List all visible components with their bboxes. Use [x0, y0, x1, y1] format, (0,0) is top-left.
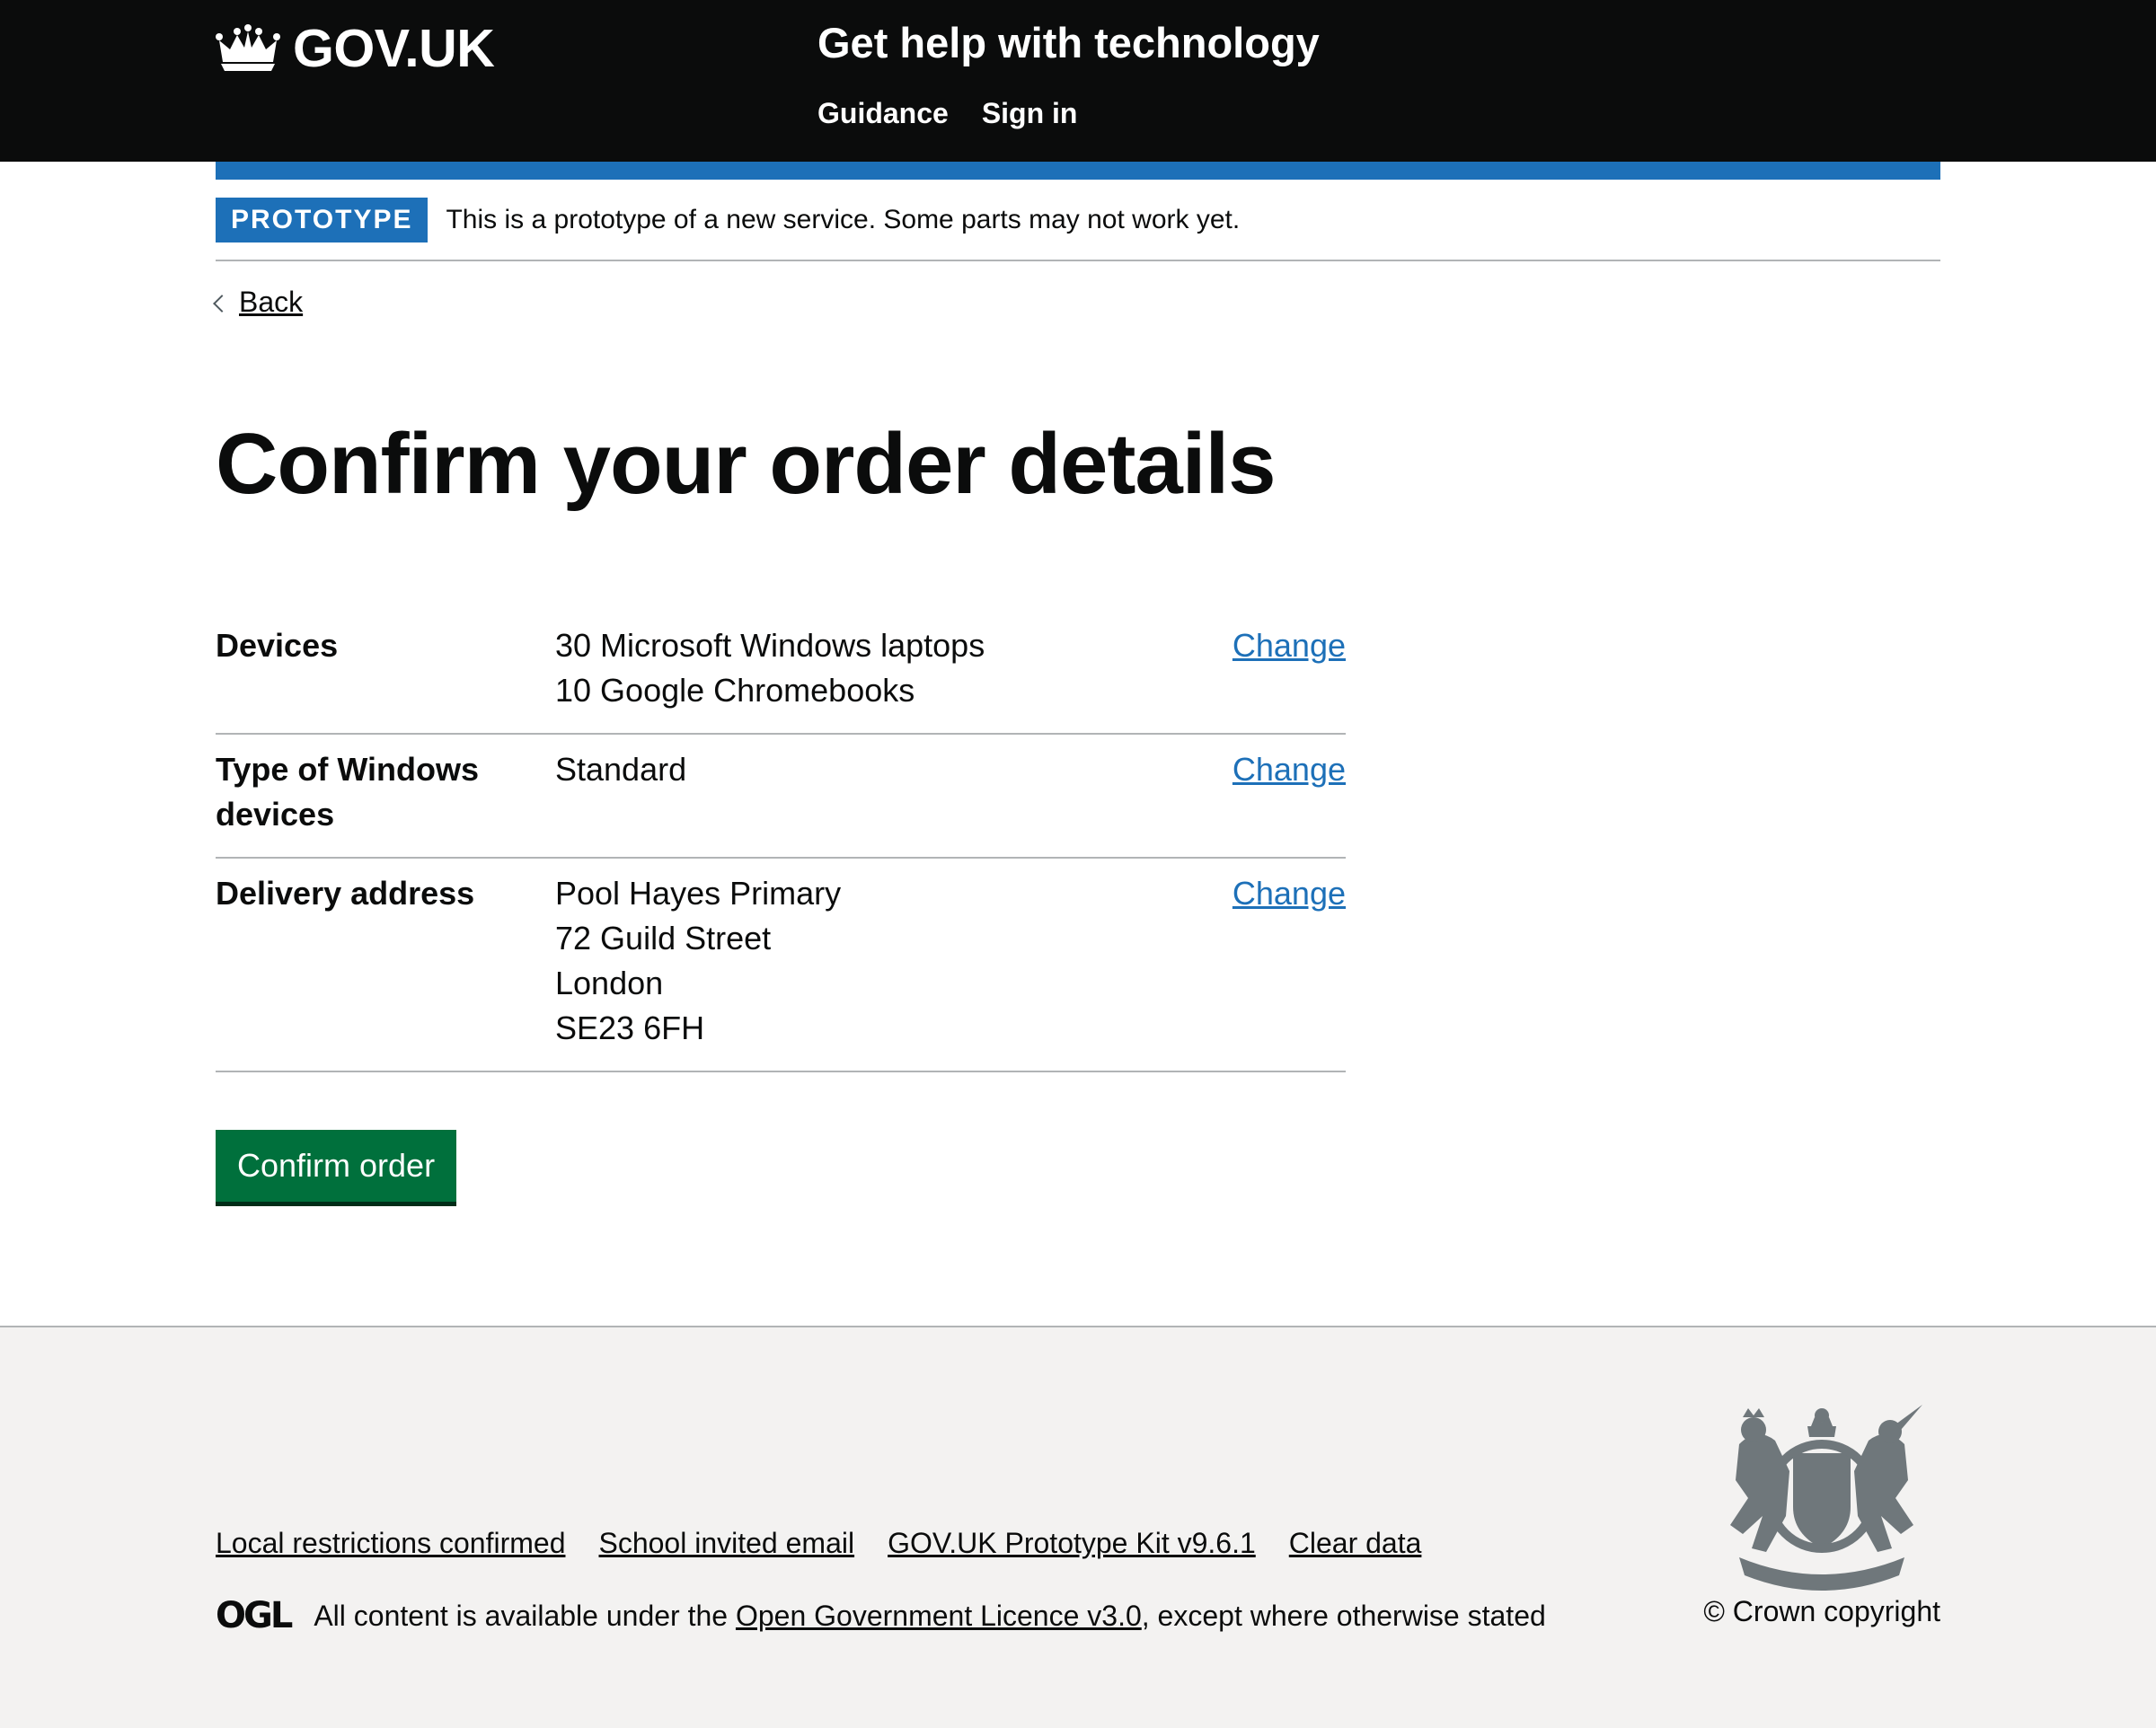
summary-key: Delivery address	[216, 875, 475, 912]
govuk-logo-link[interactable]: GOV.UK	[216, 18, 495, 79]
nav-sign-in[interactable]: Sign in	[982, 97, 1078, 130]
confirm-order-button[interactable]: Confirm order	[216, 1130, 457, 1202]
value-line: 10 Google Chromebooks	[555, 672, 915, 709]
licence-prefix: All content is available under the	[314, 1599, 736, 1632]
page-title: Confirm your order details	[216, 416, 1277, 512]
summary-row-delivery-address: Delivery address Pool Hayes Primary 72 G…	[216, 859, 1346, 1072]
summary-row-device-type: Type of Windows devices Standard Change	[216, 735, 1346, 859]
licence-statement: OGL All content is available under the O…	[216, 1595, 1546, 1636]
value-line: London	[555, 965, 664, 1001]
chevron-left-icon	[213, 294, 231, 313]
value-line: 30 Microsoft Windows laptops	[555, 627, 985, 664]
change-devices-link[interactable]: Change	[1233, 627, 1346, 664]
back-link[interactable]: Back	[239, 286, 303, 319]
summary-list: Devices 30 Microsoft Windows laptops 10 …	[216, 611, 1346, 1072]
ogl-logo-icon: OGL	[216, 1595, 293, 1636]
value-line: SE23 6FH	[555, 1009, 705, 1046]
site-footer: Local restrictions confirmed School invi…	[0, 1326, 2156, 1728]
header-blue-bar	[216, 162, 1940, 180]
header-nav: Guidance Sign in	[817, 97, 1077, 130]
royal-coat-of-arms-icon	[1730, 1405, 1922, 1591]
change-delivery-address-link[interactable]: Change	[1233, 875, 1346, 912]
summary-value: 30 Microsoft Windows laptops 10 Google C…	[555, 623, 1166, 713]
summary-action: Change	[1166, 623, 1346, 713]
service-name-link[interactable]: Get help with technology	[817, 18, 1320, 67]
footer-link-clear-data[interactable]: Clear data	[1289, 1527, 1422, 1560]
footer-link-local-restrictions[interactable]: Local restrictions confirmed	[216, 1527, 565, 1560]
phase-banner-text: This is a prototype of a new service. So…	[446, 205, 1241, 234]
summary-row-devices: Devices 30 Microsoft Windows laptops 10 …	[216, 611, 1346, 735]
crown-icon	[216, 24, 280, 71]
licence-suffix: , except where otherwise stated	[1141, 1599, 1546, 1632]
back-link-container: Back	[213, 286, 303, 319]
logo-text: GOV.UK	[293, 19, 495, 78]
value-line: 72 Guild Street	[555, 920, 772, 957]
crown-copyright: © Crown copyright	[1703, 1595, 1940, 1627]
phase-tag: PROTOTYPE	[216, 198, 429, 242]
nav-guidance[interactable]: Guidance	[817, 97, 949, 130]
value-line: Pool Hayes Primary	[555, 875, 842, 912]
footer-link-school-invited-email[interactable]: School invited email	[598, 1527, 854, 1560]
phase-banner: PROTOTYPE This is a prototype of a new s…	[216, 198, 1940, 261]
summary-value: Pool Hayes Primary 72 Guild Street Londo…	[555, 871, 1166, 1051]
site-header: GOV.UK Get help with technology Guidance…	[0, 0, 2156, 162]
summary-key: Type of Windows devices	[216, 751, 479, 833]
value-line: Standard	[555, 751, 687, 788]
footer-link-prototype-kit[interactable]: GOV.UK Prototype Kit v9.6.1	[888, 1527, 1256, 1560]
summary-action: Change	[1166, 747, 1346, 837]
licence-link[interactable]: Open Government Licence v3.0	[736, 1600, 1142, 1633]
summary-value: Standard	[555, 747, 1166, 837]
change-device-type-link[interactable]: Change	[1233, 751, 1346, 788]
footer-links: Local restrictions confirmed School invi…	[216, 1527, 1421, 1560]
summary-action: Change	[1166, 871, 1346, 1051]
summary-key: Devices	[216, 627, 339, 664]
